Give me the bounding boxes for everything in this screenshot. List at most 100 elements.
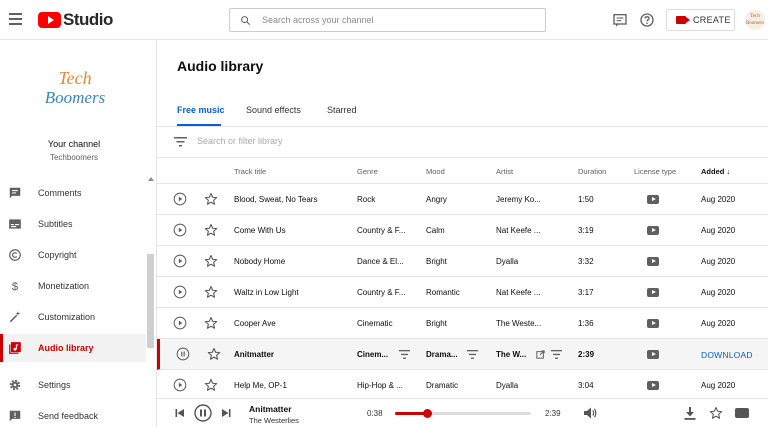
youtube-license-icon[interactable] [647, 350, 659, 359]
sidebar-item-audio-library[interactable]: Audio library [0, 334, 146, 362]
track-mood: Calm [426, 226, 445, 235]
table-row[interactable]: Waltz in Low Light Country & F... Romantic… [157, 277, 768, 308]
play-icon[interactable] [173, 316, 187, 330]
help-icon[interactable] [639, 12, 655, 28]
track-title: Come With Us [234, 226, 286, 235]
filter-by-value-icon[interactable] [399, 350, 410, 359]
channel-search[interactable] [229, 8, 546, 32]
search-icon [241, 15, 251, 25]
filter-icon[interactable] [174, 137, 187, 147]
column-mood[interactable]: Mood [426, 167, 445, 176]
track-genre: Rock [357, 195, 376, 204]
now-playing-title: Anitmatter [249, 404, 292, 414]
track-title: Blood, Sweat, No Tears [234, 195, 318, 204]
star-outline-icon[interactable] [204, 316, 218, 330]
track-mood: Bright [426, 257, 447, 266]
scrollbar-thumb[interactable] [147, 254, 154, 348]
column-license-type[interactable]: License type [634, 167, 676, 176]
star-outline-icon[interactable] [207, 347, 221, 361]
channel-logo[interactable]: Tech Boomers [40, 68, 110, 108]
star-outline-icon[interactable] [204, 378, 218, 392]
track-added: Aug 2020 [701, 288, 736, 297]
track-genre: Cinematic [357, 319, 393, 328]
column-added[interactable]: Added ↓ [701, 167, 730, 176]
play-icon[interactable] [173, 223, 187, 237]
youtube-studio-logo[interactable]: Studio [38, 10, 113, 30]
track-artist: The W... [496, 350, 527, 359]
next-track-icon[interactable] [221, 408, 231, 418]
sidebar-item-send-feedback[interactable]: Send feedback [0, 402, 146, 427]
scroll-up-arrow-icon[interactable] [147, 177, 154, 181]
track-duration: 3:32 [578, 257, 594, 266]
star-outline-icon[interactable] [204, 285, 218, 299]
youtube-license-icon[interactable] [647, 319, 659, 328]
sidebar-item-customization[interactable]: Customization [0, 303, 146, 331]
sidebar-item-comments[interactable]: Comments [0, 179, 146, 207]
feedback-icon [9, 410, 21, 422]
sidebar-item-label: Copyright [38, 250, 77, 260]
page-title: Audio library [177, 58, 264, 74]
table-row[interactable]: Come With Us Country & F... Calm Nat Keefe … [157, 215, 768, 246]
youtube-license-icon[interactable] [647, 257, 659, 266]
youtube-license-icon[interactable] [647, 381, 659, 390]
column-track-title[interactable]: Track title [234, 167, 266, 176]
youtube-license-icon[interactable] [647, 195, 659, 204]
track-genre: Hip-Hop & ... [357, 381, 403, 390]
youtube-license-icon[interactable] [647, 288, 659, 297]
star-outline-icon[interactable] [709, 406, 723, 420]
progress-slider[interactable] [395, 409, 531, 418]
pause-icon[interactable] [176, 347, 190, 361]
audio-player-bar: Anitmatter The Westerlies 0:38 2:39 [157, 398, 768, 427]
filter-by-value-icon[interactable] [467, 350, 478, 359]
play-icon[interactable] [173, 378, 187, 392]
filter-by-value-icon[interactable] [551, 350, 562, 359]
sidebar: Tech Boomers Your channel Techboomers Co… [0, 40, 157, 427]
sidebar-item-label: Send feedback [38, 411, 99, 421]
download-icon[interactable] [684, 407, 696, 420]
menu-icon[interactable] [9, 13, 22, 25]
progress-knob[interactable] [423, 409, 433, 418]
external-link-icon[interactable] [535, 350, 546, 359]
pause-icon[interactable] [194, 404, 212, 422]
tab-free-music[interactable]: Free music [177, 105, 225, 115]
table-row[interactable]: Help Me, OP-1 Hip-Hop & ... Dramatic Dyalla… [157, 370, 768, 401]
sidebar-item-copyright[interactable]: Copyright [0, 241, 146, 269]
gear-icon [9, 379, 21, 391]
column-duration[interactable]: Duration [578, 167, 606, 176]
column-artist[interactable]: Artist [496, 167, 513, 176]
sidebar-item-subtitles[interactable]: Subtitles [0, 210, 146, 238]
track-added: Aug 2020 [701, 319, 736, 328]
play-icon[interactable] [173, 192, 187, 206]
table-row[interactable]: Anitmatter Cinem... Drama... The W... 2:39 DO… [157, 339, 768, 370]
track-artist: Jeremy Ko... [496, 195, 541, 204]
play-icon[interactable] [173, 254, 187, 268]
sidebar-scrollbar[interactable] [146, 174, 155, 404]
total-time: 2:39 [545, 409, 561, 418]
star-outline-icon[interactable] [204, 192, 218, 206]
account-avatar[interactable]: Tech Boomers [745, 10, 765, 30]
tab-starred[interactable]: Starred [327, 105, 357, 115]
search-input[interactable] [262, 15, 522, 25]
table-row[interactable]: Nobody Home Dance & El... Bright Dyalla 3:32… [157, 246, 768, 277]
volume-icon[interactable] [584, 407, 597, 419]
sidebar-item-settings[interactable]: Settings [0, 371, 146, 399]
download-button[interactable]: DOWNLOAD [701, 350, 753, 360]
star-outline-icon[interactable] [204, 254, 218, 268]
youtube-license-icon[interactable] [647, 226, 659, 235]
sidebar-item-monetization[interactable]: $ Monetization [0, 272, 146, 300]
tab-sound-effects[interactable]: Sound effects [246, 105, 301, 115]
table-row[interactable]: Blood, Sweat, No Tears Rock Angry Jeremy Ko… [157, 184, 768, 215]
table-row[interactable]: Cooper Ave Cinematic Bright The Weste... 1:3… [157, 308, 768, 339]
filter-bar[interactable] [157, 128, 768, 158]
youtube-play-icon[interactable] [735, 408, 749, 418]
column-genre[interactable]: Genre [357, 167, 378, 176]
filter-input[interactable] [197, 136, 397, 146]
create-button[interactable]: CREATE [666, 9, 735, 31]
track-duration: 3:19 [578, 226, 594, 235]
channel-logo-line2: Boomers [44, 88, 106, 107]
previous-track-icon[interactable] [175, 408, 185, 418]
star-outline-icon[interactable] [204, 223, 218, 237]
messages-icon[interactable] [612, 12, 628, 28]
create-label: CREATE [693, 15, 731, 25]
play-icon[interactable] [173, 285, 187, 299]
